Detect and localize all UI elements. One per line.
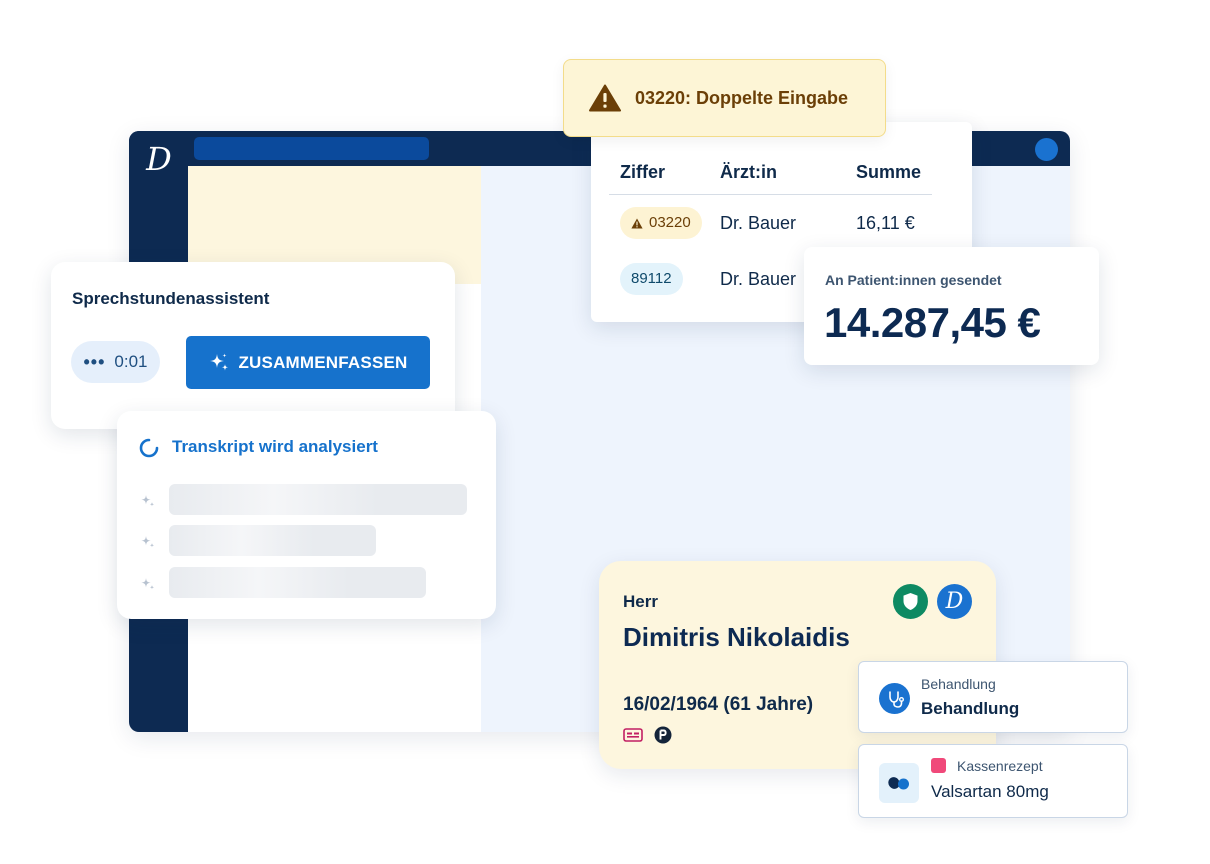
treatment-card[interactable]: Behandlung Behandlung — [858, 661, 1128, 733]
skeleton-line — [169, 567, 426, 598]
warning-triangle-icon — [631, 218, 643, 228]
patient-name: Dimitris Nikolaidis — [623, 622, 850, 652]
code-chip: 89112 — [620, 263, 683, 295]
app-logo: D — [146, 140, 172, 178]
insurance-shield-badge — [893, 584, 928, 619]
doctor-cell: Dr. Bauer — [720, 213, 797, 233]
app-logo-badge: D — [937, 584, 972, 619]
consultation-assistant-card: Sprechstundenassistent ••• 0:01 ZUSAMMEN… — [51, 262, 455, 429]
sparkle-icon — [141, 578, 155, 590]
treatment-category: Behandlung — [921, 676, 996, 692]
doctor-cell: Dr. Bauer — [720, 269, 797, 289]
column-header-summe[interactable]: Summe — [856, 162, 921, 183]
sent-amount: 14.287,45 € — [824, 299, 1041, 346]
sent-label: An Patient:innen gesendet — [825, 272, 1002, 288]
sum-cell: 16,11 € — [856, 213, 915, 233]
column-header-arzt[interactable]: Ärzt:in — [720, 162, 777, 183]
timer-value: 0:01 — [114, 352, 148, 371]
pill-icon — [879, 763, 919, 803]
loading-spinner-icon — [139, 438, 159, 458]
duplicate-entry-warning: 03220: Doppelte Eingabe — [563, 59, 886, 137]
sparkle-icon — [210, 353, 229, 371]
sent-amount-card: An Patient:innen gesendet 14.287,45 € — [804, 247, 1099, 365]
warning-triangle-icon — [589, 84, 621, 112]
prescription-category: Kassenrezept — [957, 758, 1043, 774]
prescription-card[interactable]: Kassenrezept Valsartan 80mg — [858, 744, 1128, 818]
sparkle-icon — [141, 495, 155, 507]
code-chip-warning: 03220 — [620, 207, 702, 239]
prescription-type-marker — [931, 758, 946, 773]
user-avatar[interactable] — [1035, 138, 1058, 161]
skeleton-line — [169, 525, 376, 556]
recording-timer[interactable]: ••• 0:01 — [71, 341, 160, 383]
app-search-bar[interactable] — [194, 137, 429, 160]
transcript-analysis-card: Transkript wird analysiert — [117, 411, 496, 619]
assistant-title: Sprechstundenassistent — [72, 289, 270, 308]
treatment-title: Behandlung — [921, 699, 1020, 718]
warning-text: 03220: Doppelte Eingabe — [635, 87, 849, 108]
patient-birthdate: 16/02/1964 (61 Jahre) — [623, 694, 814, 715]
skeleton-line — [169, 484, 467, 515]
stethoscope-icon — [879, 683, 910, 714]
column-header-ziffer[interactable]: Ziffer — [620, 162, 665, 183]
sparkle-icon — [141, 536, 155, 548]
summarize-button[interactable]: ZUSAMMENFASSEN — [186, 336, 430, 389]
id-card-icon — [623, 728, 643, 742]
private-insurance-icon — [654, 726, 672, 744]
prescription-title: Valsartan 80mg — [931, 782, 1049, 801]
recording-dots-icon: ••• — [83, 351, 106, 372]
patient-salutation: Herr — [623, 592, 658, 611]
shield-icon — [903, 593, 918, 610]
transcript-status: Transkript wird analysiert — [172, 437, 378, 456]
code-label: 89112 — [631, 270, 672, 287]
summarize-label: ZUSAMMENFASSEN — [238, 352, 408, 372]
table-header: Ziffer Ärzt:in Summe — [609, 162, 932, 195]
code-label: 03220 — [649, 214, 691, 231]
